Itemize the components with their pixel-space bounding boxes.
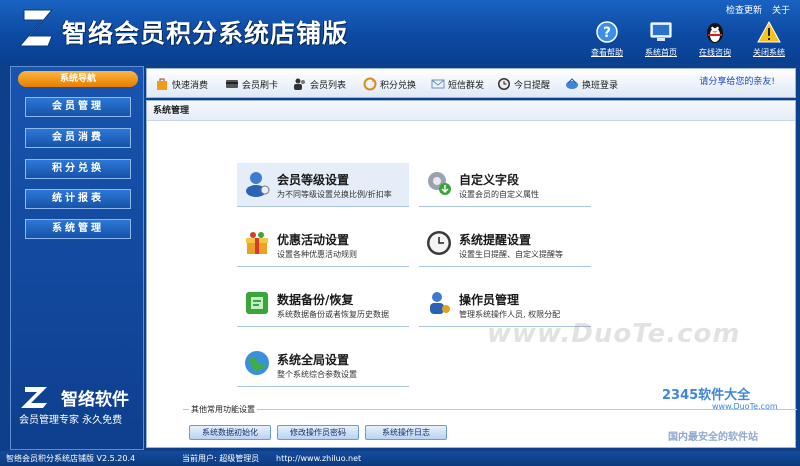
title-bar: 智络会员积分系统店铺版 检查更新 关于 ? 查看帮助 系统首页 在线咨询 关闭系… (0, 0, 800, 64)
panel-desc: 整个系统综合参数设置 (277, 370, 357, 379)
app-title: 智络会员积分系统店铺版 (62, 19, 349, 48)
swap-icon (566, 78, 578, 89)
card-icon (226, 80, 238, 88)
toolbar: 快速消费 会员刷卡 会员列表 积分兑换 短信群发 今日提醒 换班登录 请分享给您… (146, 68, 796, 98)
operator-icon (430, 292, 450, 314)
toolbar-sms-broadcast[interactable]: 短信群发 (431, 76, 484, 92)
toolbar-member-list[interactable]: 会员列表 (293, 76, 346, 92)
toolbar-quick-consume-label: 快速消费 (172, 80, 209, 91)
close-system-button[interactable]: 关闭系统 (744, 20, 794, 58)
about-link[interactable]: 关于 (772, 3, 790, 16)
shopping-bag-icon (157, 78, 167, 90)
toolbar-quick-consume[interactable]: 快速消费 (155, 76, 208, 92)
clock-icon (498, 78, 510, 90)
toolbar-points-redeem-label: 积分兑换 (380, 80, 417, 91)
panel-title: 系统提醒设置 (459, 233, 532, 247)
app-logo-icon (18, 9, 54, 47)
toolbar-today-reminder-label: 今日提醒 (514, 80, 551, 91)
website-link[interactable]: http://www.zhiluo.net (276, 451, 361, 466)
panel-reminder-settings[interactable]: 系统提醒设置 设置生日提醒、自定义提醒等 (419, 223, 591, 267)
panel-title: 优惠活动设置 (277, 233, 350, 247)
panel-member-level-settings[interactable]: 会员等级设置 为不同等级设置兑换比例/折扣率 (237, 163, 409, 207)
sidebar-item-member-management[interactable]: 会员管理 (25, 97, 131, 117)
help-label: 查看帮助 (591, 48, 623, 57)
sidebar-header: 系统导航 (18, 71, 138, 87)
toolbar-points-redeem[interactable]: 积分兑换 (363, 76, 416, 92)
envelope-icon (431, 79, 445, 89)
clock-icon (427, 231, 451, 255)
member-icon (246, 172, 270, 197)
brand-name: 智络软件 (61, 390, 129, 410)
panel-title: 数据备份/恢复 (277, 293, 354, 307)
svg-text:?: ? (603, 25, 611, 41)
toolbar-sms-broadcast-label: 短信群发 (448, 80, 485, 91)
panel-global-settings[interactable]: 系统全局设置 整个系统综合参数设置 (237, 343, 409, 387)
warning-icon (757, 20, 781, 43)
globe-icon (245, 351, 269, 375)
close-system-label: 关闭系统 (753, 48, 785, 57)
common-functions-title: 其他常用功能设置 (189, 404, 257, 415)
help-button[interactable]: ? 查看帮助 (582, 20, 632, 58)
panel-desc: 系统数据备份或者恢复历史数据 (277, 310, 389, 319)
init-data-button[interactable]: 系统数据初始化 (189, 425, 271, 440)
brand-logo-icon (21, 387, 47, 408)
version-text: 智络会员积分系统店铺版 V2.5.20.4 (6, 454, 136, 463)
sidebar-item-points-redeem[interactable]: 积分兑换 (25, 159, 131, 179)
panel-desc: 设置会员的自定义属性 (459, 190, 539, 199)
change-password-button[interactable]: 修改操作员密码 (277, 425, 359, 440)
gift-icon (246, 232, 268, 254)
panel-desc: 设置生日提醒、自定义提醒等 (459, 250, 563, 259)
panel-custom-fields[interactable]: 自定义字段 设置会员的自定义属性 (419, 163, 591, 207)
panel-data-backup[interactable]: 数据备份/恢复 系统数据备份或者恢复历史数据 (237, 283, 409, 327)
sidebar: 系统导航 会员管理 会员消费 积分兑换 统计报表 系统管理 智络软件 会员管理专… (10, 66, 144, 450)
penguin-icon (707, 23, 723, 43)
panel-title: 操作员管理 (459, 293, 520, 307)
badge-line-3: 国内最安全的软件站 (668, 432, 758, 443)
badge-line-2: www.DuoTe.com (712, 402, 778, 411)
panel-desc: 为不同等级设置兑换比例/折扣率 (277, 190, 392, 199)
toolbar-shift-login-label: 换班登录 (582, 80, 619, 91)
toolbar-swipe-card[interactable]: 会员刷卡 (225, 76, 278, 92)
badge-line-1: 2345软件大全 (662, 388, 751, 403)
sidebar-item-member-consumption[interactable]: 会员消费 (25, 128, 131, 148)
gear-download-icon (428, 172, 451, 195)
toolbar-member-list-label: 会员列表 (310, 80, 347, 91)
sidebar-item-system-management[interactable]: 系统管理 (25, 219, 131, 239)
panel-desc: 设置各种优惠活动规则 (277, 250, 357, 259)
panel-promotion-settings[interactable]: 优惠活动设置 设置各种优惠活动规则 (237, 223, 409, 267)
current-user-text: 当前用户: 超级管理员 (182, 454, 260, 463)
brand-slogan: 会员管理专家 永久免费 (19, 415, 123, 426)
toolbar-swipe-card-label: 会员刷卡 (242, 80, 279, 91)
status-bar: 智络会员积分系统店铺版 V2.5.20.4 当前用户: 超级管理员 http:/… (0, 451, 800, 466)
watermark: www.DuoTe.com (487, 319, 741, 349)
toolbar-shift-login[interactable]: 换班登录 (565, 76, 618, 92)
share-link[interactable]: 请分享给您的亲友! (699, 74, 775, 87)
panel-title: 自定义字段 (459, 173, 520, 187)
home-label: 系统首页 (645, 48, 677, 57)
site-badge: 2345软件大全 www.DuoTe.com 国内最安全的软件站 (662, 384, 798, 448)
check-update-link[interactable]: 检查更新 (726, 3, 762, 16)
exchange-icon (363, 77, 377, 91)
panel-title: 会员等级设置 (277, 173, 350, 187)
home-button[interactable]: 系统首页 (636, 20, 686, 58)
consult-button[interactable]: 在线咨询 (690, 20, 740, 58)
panel-title: 系统全局设置 (277, 353, 350, 367)
operation-log-button[interactable]: 系统操作日志 (365, 425, 447, 440)
toolbar-today-reminder[interactable]: 今日提醒 (497, 76, 550, 92)
sidebar-item-reports[interactable]: 统计报表 (25, 189, 131, 209)
page-title: 系统管理 (147, 101, 795, 121)
members-icon (294, 78, 305, 90)
help-icon: ? (596, 21, 618, 43)
backup-icon (246, 292, 268, 314)
consult-label: 在线咨询 (699, 48, 731, 57)
monitor-icon (650, 22, 672, 41)
